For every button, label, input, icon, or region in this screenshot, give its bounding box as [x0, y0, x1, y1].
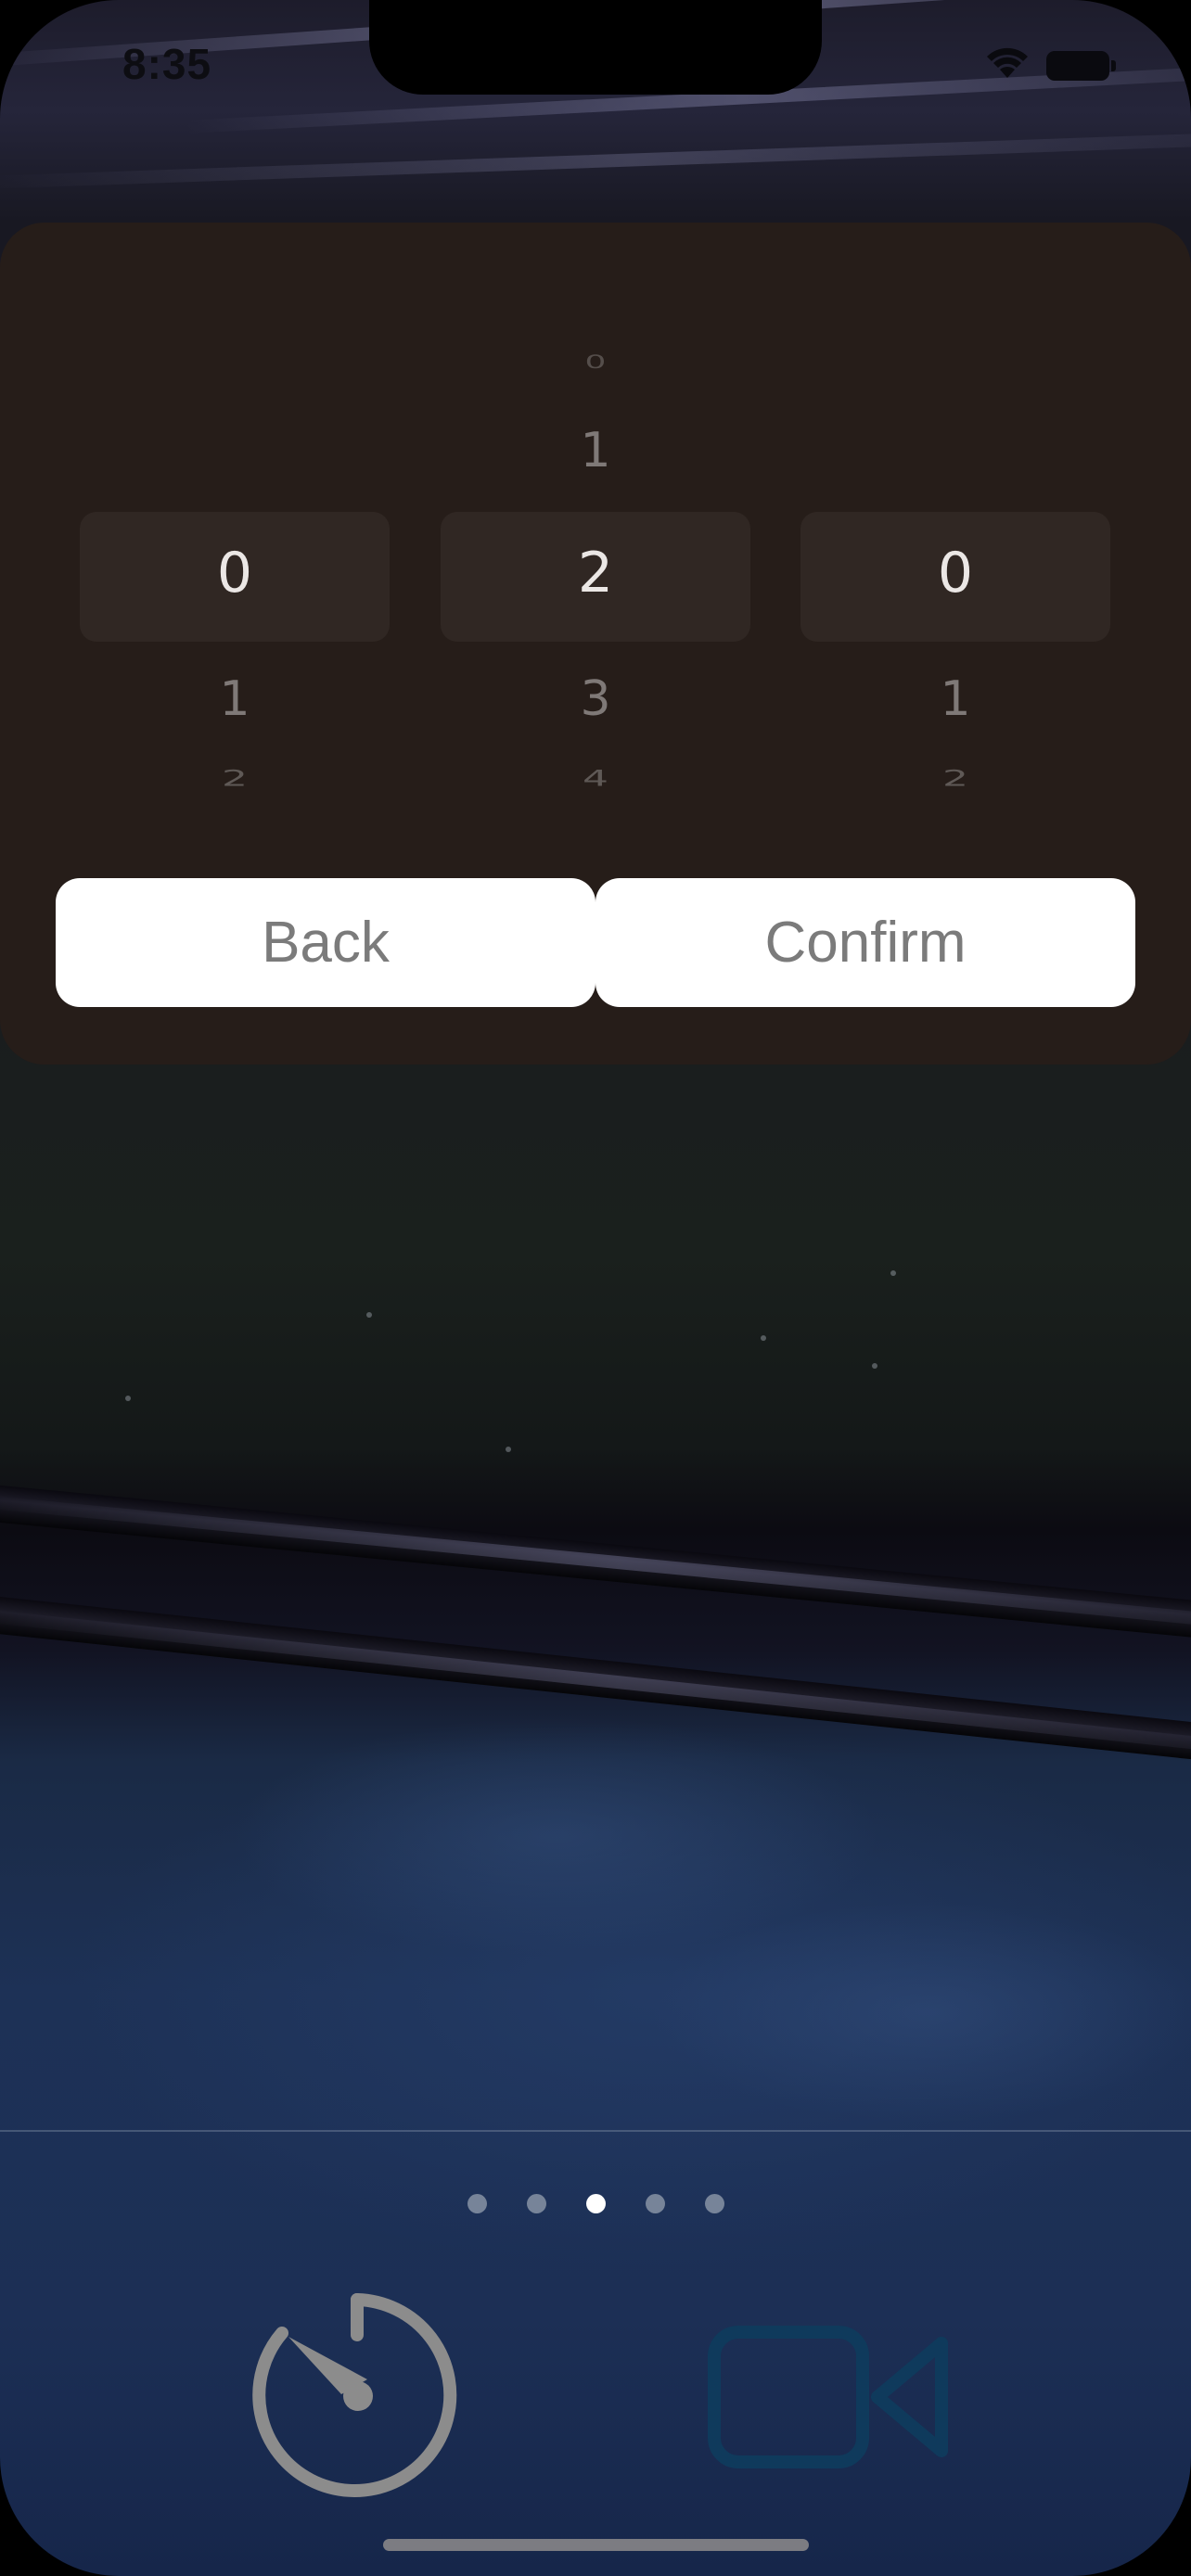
- picker-selected-value: 2: [577, 541, 614, 606]
- status-time: 8:35: [122, 40, 212, 88]
- picker-value: 0: [584, 351, 607, 373]
- phone-screen: 8:35 0 1 2 0 1 2 3 4 0 1 2 Back Confirm: [0, 0, 1191, 2576]
- picker-value: 4: [583, 765, 608, 792]
- picker-value: 3: [580, 671, 611, 727]
- page-dot[interactable]: [467, 2194, 487, 2213]
- divider: [0, 2130, 1191, 2132]
- page-indicator[interactable]: [0, 2194, 1191, 2213]
- confirm-button[interactable]: Confirm: [596, 878, 1135, 1007]
- battery-icon: [1046, 50, 1116, 81]
- time-picker-panel: 0 1 2 0 1 2 3 4 0 1 2 Back Confirm: [0, 223, 1191, 1065]
- picker-selected-value: 0: [937, 541, 974, 606]
- timer-icon: [249, 2293, 462, 2507]
- video-camera-icon: [705, 2326, 955, 2475]
- page-dot[interactable]: [704, 2194, 724, 2213]
- picker-value: 1: [940, 671, 971, 727]
- status-icons: [985, 46, 1116, 84]
- hours-picker-column[interactable]: 0 1 2: [80, 223, 390, 835]
- picker-selected-value: 0: [216, 541, 253, 606]
- wifi-icon: [985, 46, 1030, 84]
- timer-button[interactable]: [249, 2290, 462, 2504]
- seconds-picker-column[interactable]: 0 1 2: [800, 223, 1110, 835]
- page-dot[interactable]: [526, 2194, 546, 2213]
- picker-value: 2: [222, 765, 248, 792]
- page-dot-active[interactable]: [585, 2194, 606, 2213]
- page-dot[interactable]: [645, 2194, 665, 2213]
- video-record-button[interactable]: [705, 2323, 955, 2471]
- picker-value: 2: [942, 765, 968, 792]
- back-button[interactable]: Back: [56, 878, 596, 1007]
- picker-value: 1: [580, 423, 611, 478]
- notch: [369, 0, 822, 95]
- minutes-picker-column[interactable]: 0 1 2 3 4: [441, 223, 750, 835]
- home-indicator[interactable]: [383, 2539, 809, 2551]
- picker-value: 1: [219, 671, 250, 727]
